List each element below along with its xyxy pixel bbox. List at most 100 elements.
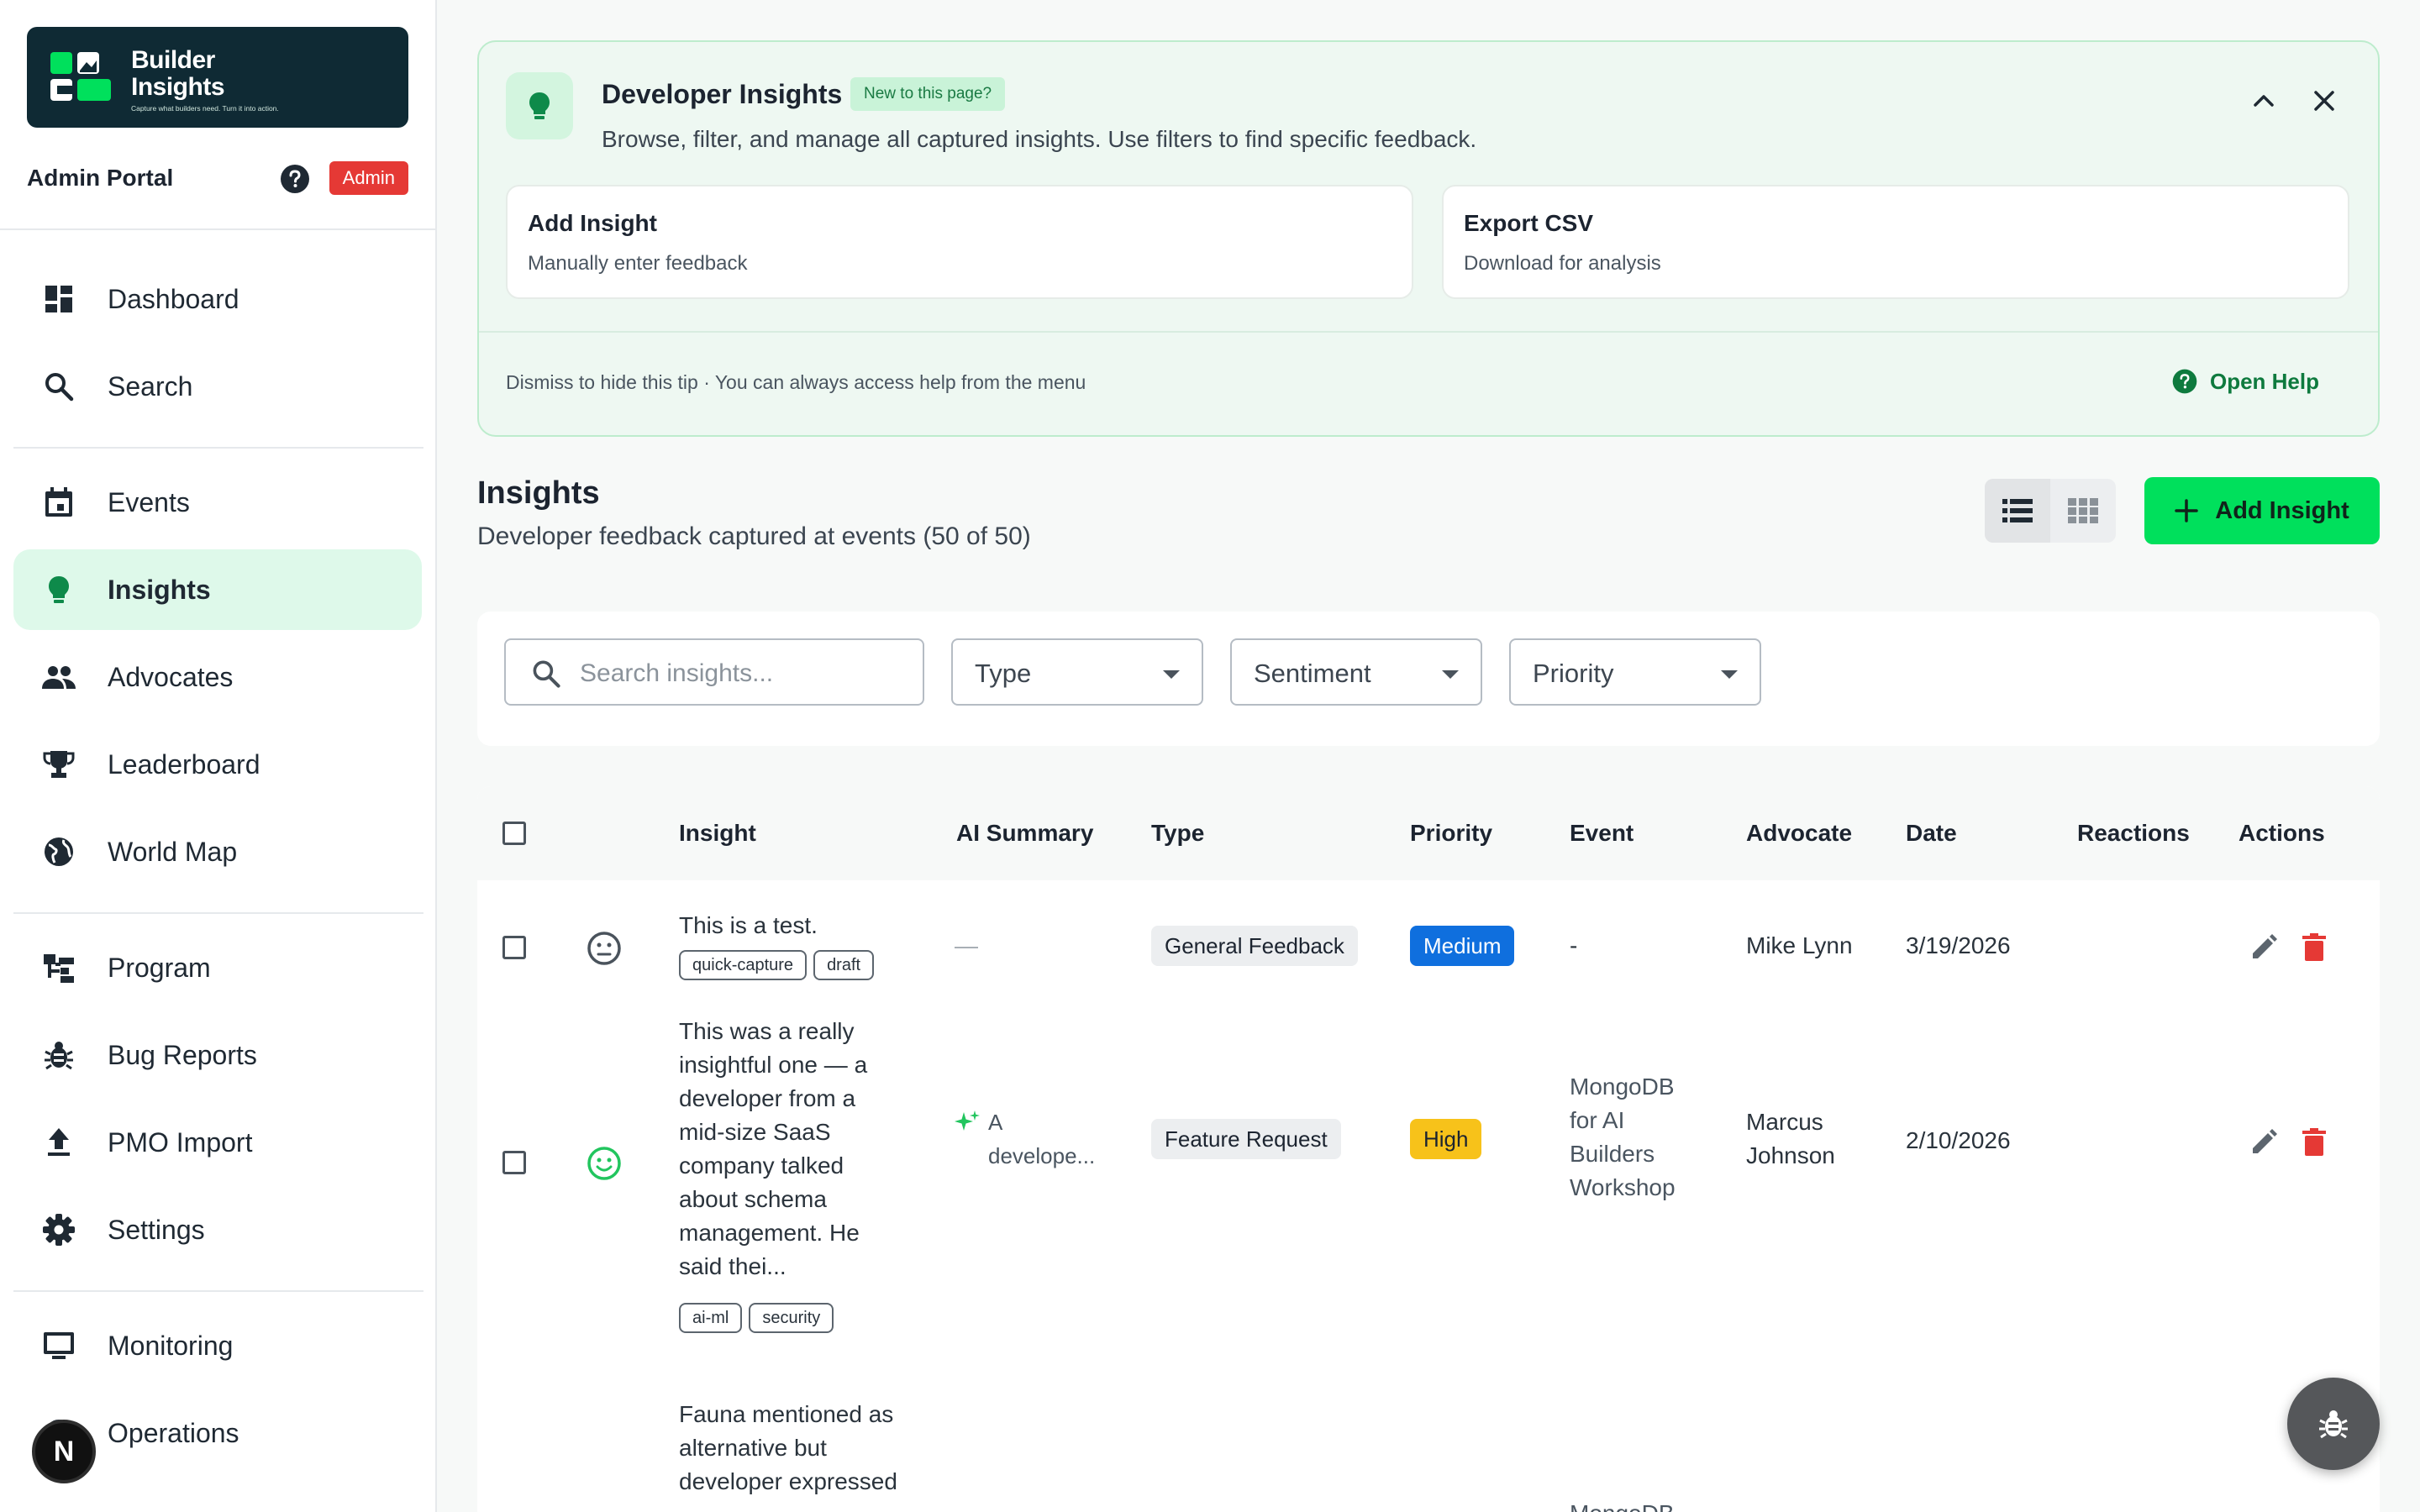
tip-action-title: Export CSV (1464, 210, 1594, 236)
grid-view-button[interactable] (2050, 479, 2116, 543)
tag: security (749, 1303, 834, 1333)
sidebar-item-dashboard[interactable]: Dashboard (13, 259, 422, 339)
event-name: - (1570, 932, 1578, 958)
divider (13, 912, 424, 914)
tip-footer-text: Dismiss to hide this tip · You can alway… (506, 371, 1086, 393)
insight-text[interactable]: Fauna mentioned as alternative but devel… (679, 1398, 897, 1499)
column-header-ai-summary[interactable]: AI Summary (956, 820, 1093, 847)
caret-down-icon (1721, 670, 1738, 679)
table-row[interactable]: This is a test. quick-capture draft — Gen… (477, 880, 2380, 1015)
insight-text[interactable]: This was a really insightful one — a dev… (679, 1015, 867, 1284)
advocate-name: Marcus Johnson (1746, 1109, 1835, 1168)
event-name: MongoDB for AI Builders Workshop (1570, 1074, 1676, 1200)
dashboard-icon (40, 281, 77, 318)
tag: quick-capture (679, 950, 808, 980)
bug-icon (40, 1037, 77, 1074)
app-logo[interactable]: Builder Insights Capture what builders n… (27, 27, 408, 128)
bug-icon (2319, 1410, 2348, 1439)
search-icon (40, 368, 77, 405)
column-header-type[interactable]: Type (1151, 820, 1204, 847)
sidebar-item-insights[interactable]: Insights (13, 549, 422, 630)
edit-icon[interactable] (2247, 931, 2281, 964)
column-header-event[interactable]: Event (1570, 820, 1634, 847)
help-icon[interactable] (279, 163, 311, 195)
insight-tags: quick-capture draft (679, 946, 881, 980)
sidebar-item-leaderboard[interactable]: Leaderboard (13, 724, 422, 805)
select-all-checkbox[interactable] (502, 822, 526, 845)
sidebar-item-label: Events (108, 486, 190, 517)
sidebar-item-label: World Map (108, 836, 238, 867)
table-row[interactable]: Fauna mentioned as alternative but devel… (477, 1398, 2380, 1512)
open-help-button[interactable]: Open Help (2171, 368, 2319, 395)
row-checkbox[interactable] (502, 1151, 526, 1174)
logo-title: Builder Insights (131, 46, 225, 101)
add-insight-button[interactable]: Add Insight (2144, 477, 2380, 544)
sidebar-item-label: Monitoring (108, 1330, 234, 1361)
add-insight-label: Add Insight (2215, 496, 2349, 524)
sidebar-item-bug-reports[interactable]: Bug Reports (13, 1015, 422, 1095)
sentiment-filter-select[interactable]: Sentiment (1230, 638, 1482, 706)
insight-tags: ai-ml security (679, 1299, 840, 1333)
event-name: MongoDB (1570, 1497, 1675, 1512)
search-icon (533, 660, 560, 688)
sidebar-item-label: Program (108, 952, 211, 983)
tip-add-insight-card[interactable]: Add Insight Manually enter feedback (506, 185, 1413, 299)
tag: ai-ml (679, 1303, 743, 1333)
search-field[interactable] (504, 638, 924, 706)
sidebar-item-label: Dashboard (108, 283, 239, 314)
tip-export-csv-card[interactable]: Export CSV Download for analysis (1442, 185, 2349, 299)
monitor-icon (40, 1327, 77, 1364)
globe-icon (40, 833, 77, 870)
column-header-advocate[interactable]: Advocate (1746, 820, 1852, 847)
tip-new-badge: New to this page? (850, 77, 1006, 111)
grid-view-icon (2068, 498, 2098, 523)
sidebar-item-monitoring[interactable]: Monitoring (13, 1305, 422, 1386)
sidebar: Builder Insights Capture what builders n… (0, 0, 437, 1512)
sidebar-item-label: Search (108, 370, 193, 402)
sidebar-item-settings[interactable]: Settings (13, 1189, 422, 1270)
page-title: Insights (477, 475, 600, 511)
priority-filter-value: Priority (1533, 659, 1614, 688)
chevron-up-icon[interactable] (2247, 84, 2281, 118)
portal-header: Admin Portal Admin (27, 158, 408, 197)
sidebar-item-events[interactable]: Events (13, 462, 422, 543)
row-checkbox[interactable] (502, 936, 526, 959)
plus-icon (2175, 499, 2198, 522)
edit-icon[interactable] (2247, 1126, 2281, 1159)
sidebar-item-search[interactable]: Search (13, 346, 422, 427)
tip-action-title: Add Insight (528, 210, 657, 236)
bug-report-fab[interactable] (2287, 1378, 2380, 1470)
divider (13, 1290, 424, 1292)
sentiment-filter-value: Sentiment (1254, 659, 1371, 688)
happy-face-icon (587, 1147, 621, 1180)
column-header-date[interactable]: Date (1906, 820, 1957, 847)
open-help-label: Open Help (2209, 368, 2319, 394)
sidebar-item-label: Settings (108, 1214, 205, 1245)
column-header-insight[interactable]: Insight (679, 820, 756, 847)
close-icon[interactable] (2307, 84, 2341, 118)
search-input[interactable] (580, 655, 908, 692)
program-icon (40, 949, 77, 986)
priority-badge: High (1410, 1119, 1482, 1159)
insight-text[interactable]: This is a test. (679, 909, 818, 942)
list-view-button[interactable] (1985, 479, 2050, 543)
filter-bar: Type Sentiment Priority (477, 612, 2380, 746)
tip-title: Developer Insights (602, 79, 843, 109)
sidebar-item-world-map[interactable]: World Map (13, 811, 422, 892)
ai-summary: — (955, 932, 978, 958)
type-filter-select[interactable]: Type (951, 638, 1203, 706)
delete-icon[interactable] (2297, 931, 2331, 964)
column-header-reactions: Reactions (2077, 820, 2190, 846)
sidebar-item-advocates[interactable]: Advocates (13, 637, 422, 717)
sidebar-item-label: Bug Reports (108, 1039, 257, 1070)
sidebar-item-program[interactable]: Program (13, 927, 422, 1008)
column-header-priority[interactable]: Priority (1410, 820, 1492, 847)
dev-tools-badge[interactable]: N (32, 1420, 96, 1483)
lightbulb-icon (506, 72, 573, 139)
sidebar-item-label: Advocates (108, 661, 234, 692)
view-toggle (1985, 479, 2116, 543)
priority-filter-select[interactable]: Priority (1509, 638, 1761, 706)
table-row[interactable]: This was a really insightful one — a dev… (477, 1015, 2380, 1337)
sidebar-item-pmo-import[interactable]: PMO Import (13, 1102, 422, 1183)
delete-icon[interactable] (2297, 1126, 2331, 1159)
